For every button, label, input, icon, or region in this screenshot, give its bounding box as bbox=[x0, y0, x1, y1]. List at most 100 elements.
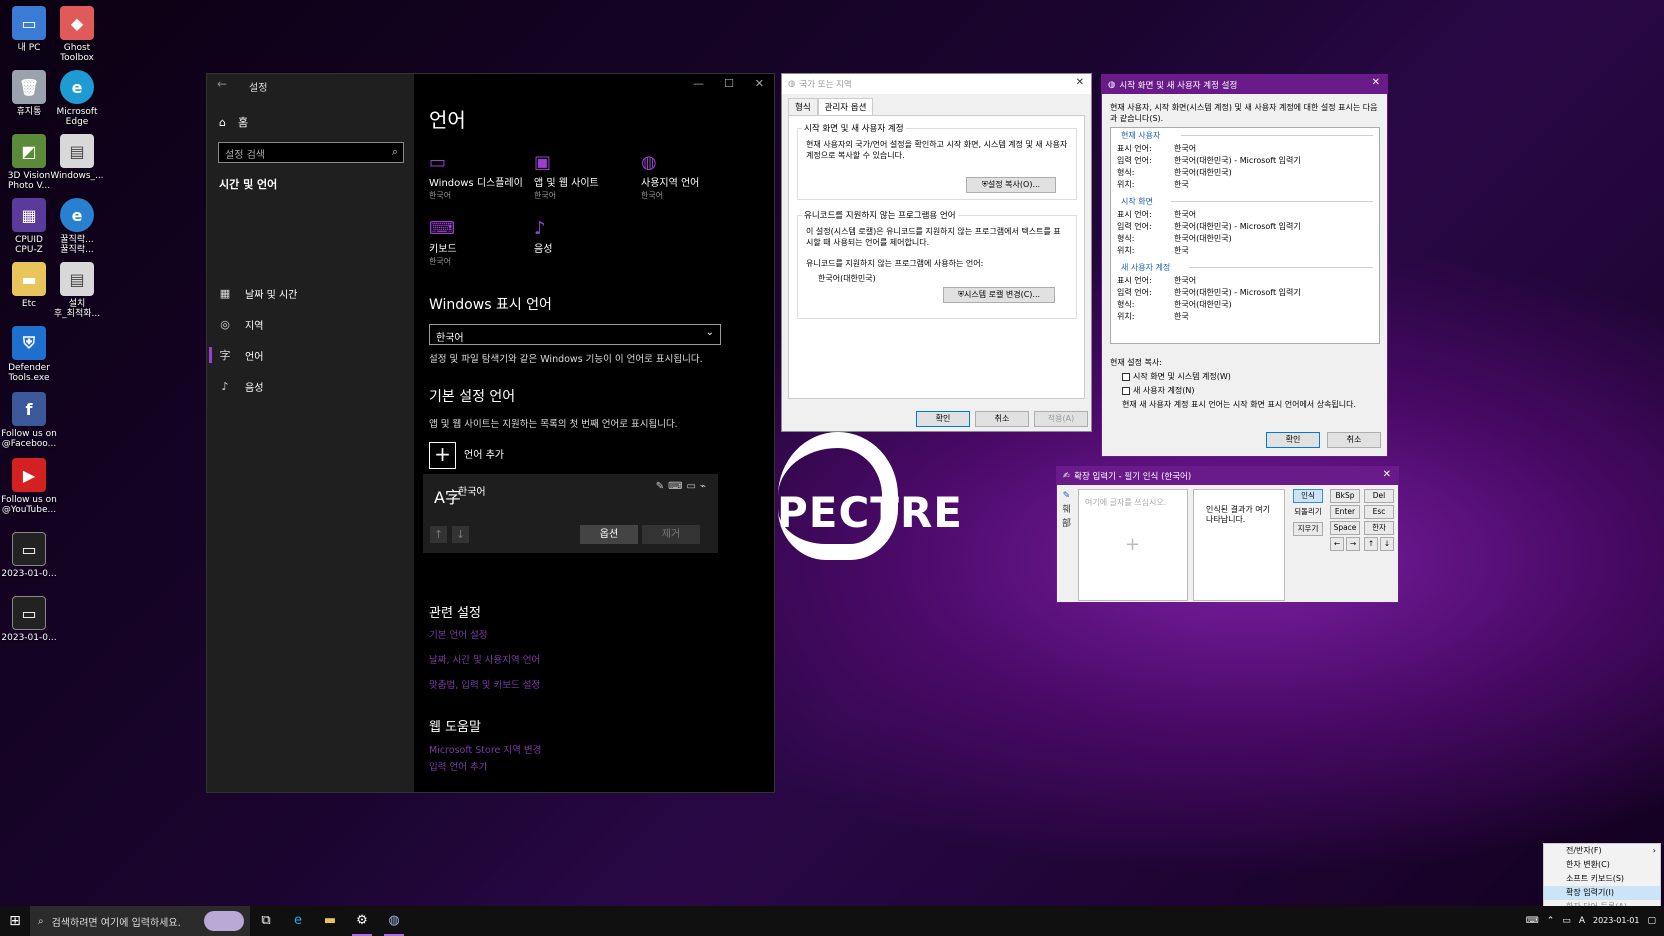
desktop-icon-edge[interactable]: e Microsoft Edge bbox=[48, 70, 106, 127]
maximize-icon[interactable]: ☐ bbox=[724, 77, 734, 90]
settings-search-input[interactable]: 설정 검색 ⌕ bbox=[218, 142, 404, 163]
close-icon[interactable]: ✕ bbox=[1076, 77, 1084, 88]
key-space[interactable]: Space bbox=[1330, 521, 1360, 535]
tile-windows-display[interactable]: ▭ Windows 디스플레이 한국어 bbox=[429, 152, 529, 201]
group-non-unicode: 유니코드를 지원하지 않는 프로그램용 언어 이 설정(시스템 로캘)은 유니코… bbox=[797, 209, 1077, 319]
tile-subtitle: 한국어 bbox=[641, 191, 664, 200]
file-explorer-icon[interactable]: ▬ bbox=[314, 906, 346, 936]
menu-item-extended-ime[interactable]: 확장 입력기(I) bbox=[1544, 886, 1660, 900]
windows-start-icon[interactable]: ⊞ bbox=[0, 913, 30, 929]
clock[interactable]: 2023-01-01 bbox=[1593, 916, 1640, 926]
link-admin-language[interactable]: 기본 언어 설정 bbox=[429, 627, 487, 641]
key-right[interactable]: → bbox=[1346, 537, 1360, 551]
language-item-korean[interactable]: A字 한국어 ✎⌨▭⌁ ↑ ↓ 옵션 제거 bbox=[423, 474, 718, 553]
search-icon[interactable]: ⌕ bbox=[392, 145, 398, 159]
add-language-label[interactable]: 언어 추가 bbox=[464, 446, 504, 461]
checkbox-box[interactable] bbox=[1122, 372, 1130, 381]
notification-icon[interactable]: ▢ bbox=[1647, 916, 1656, 926]
nav-speech[interactable]: ♪ 음성 bbox=[207, 373, 414, 399]
ok-button[interactable]: 확인 bbox=[916, 411, 970, 427]
desktop-icon-ghost-toolbox[interactable]: ◆ Ghost Toolbox bbox=[48, 6, 106, 63]
tile-speech[interactable]: ♪ 음성 bbox=[534, 218, 634, 256]
toolbox-icon: ◆ bbox=[60, 6, 94, 40]
link-add-input-language[interactable]: 입력 언어 추가 bbox=[429, 759, 487, 773]
image-file-icon: ▭ bbox=[12, 596, 46, 630]
desktop-icon-screenshot-2[interactable]: ▭ 2023-01-0... bbox=[0, 596, 58, 643]
nav-home[interactable]: ⌂ 홈 bbox=[219, 114, 248, 130]
apply-button[interactable]: 적용(A) bbox=[1034, 411, 1088, 427]
recognition-result[interactable]: 인식된 결과가 여기 나타납니다. bbox=[1193, 489, 1285, 601]
tile-keyboard[interactable]: ⌨ 키보드 한국어 bbox=[429, 218, 529, 267]
tab-administrative[interactable]: 관리자 옵션 bbox=[817, 98, 874, 116]
copy-settings-button[interactable]: ⛨설정 복사(O)... bbox=[966, 177, 1056, 193]
close-icon[interactable]: ✕ bbox=[755, 77, 764, 90]
checkbox-welcome-system[interactable]: 시작 화면 및 시스템 계정(W) bbox=[1122, 371, 1231, 382]
edge-taskbar-icon[interactable]: e bbox=[282, 906, 314, 936]
display-language-dropdown[interactable]: 한국어 ⌄ bbox=[429, 324, 721, 345]
hangul-icon[interactable]: 훼 bbox=[1059, 503, 1074, 517]
key-hanja[interactable]: 한자 bbox=[1364, 521, 1394, 535]
menu-item-soft-keyboard[interactable]: 소프트 키보드(S) bbox=[1544, 872, 1660, 886]
link-spelling-typing[interactable]: 맞춤법, 입력 및 키보드 설정 bbox=[429, 677, 540, 691]
checkbox-box[interactable] bbox=[1122, 386, 1130, 395]
menu-item-hanja-convert[interactable]: 한자 변환(C) bbox=[1544, 858, 1660, 872]
tab-formats[interactable]: 형식 bbox=[788, 98, 818, 116]
key-up[interactable]: ↑ bbox=[1364, 537, 1378, 551]
key-enter[interactable]: Enter bbox=[1330, 505, 1360, 519]
handwriting-title: 확장 입력기 - 필기 인식 (한국어) bbox=[1074, 472, 1192, 482]
handwriting-pad[interactable]: 여기에 글자를 쓰십시오. + bbox=[1078, 489, 1188, 601]
keyboard-icon[interactable]: ⌨ bbox=[1526, 916, 1539, 926]
desktop-icon-windows-file[interactable]: ▤ Windows_... bbox=[48, 134, 106, 181]
ime-taskbar-icon[interactable]: ◍ bbox=[378, 906, 410, 936]
key-down[interactable]: ↓ bbox=[1380, 537, 1394, 551]
key-escape[interactable]: Esc bbox=[1364, 505, 1394, 519]
ok-button[interactable]: 확인 bbox=[1266, 432, 1320, 448]
nav-date-time[interactable]: ▦ 날짜 및 시간 bbox=[207, 280, 414, 306]
key-delete[interactable]: Del bbox=[1364, 489, 1394, 503]
menu-item-full-half-width[interactable]: 전/반자(F) › bbox=[1544, 844, 1660, 858]
radical-icon[interactable]: 部 bbox=[1059, 517, 1074, 531]
desktop-icon-facebook[interactable]: f Follow us on @Faceboo... bbox=[0, 392, 58, 449]
close-icon[interactable]: ✕ bbox=[1372, 77, 1380, 88]
close-icon[interactable]: ✕ bbox=[1383, 469, 1391, 480]
pen-icon[interactable]: ✎ bbox=[1059, 489, 1074, 503]
cancel-button[interactable]: 취소 bbox=[975, 411, 1029, 427]
kv-row: 형식: 한국어(대한민국) bbox=[1117, 300, 1232, 309]
taskbar-search[interactable]: ⌕ 검색하려면 여기에 입력하세요. bbox=[30, 906, 250, 936]
ime-mode-indicator[interactable]: A bbox=[1579, 916, 1585, 926]
erase-button[interactable]: 지우기 bbox=[1293, 522, 1323, 536]
link-date-time-region[interactable]: 날짜, 시간 및 사용지역 언어 bbox=[429, 652, 540, 666]
link-store-region[interactable]: Microsoft Store 지역 변경 bbox=[429, 742, 541, 756]
move-down-button[interactable]: ↓ bbox=[452, 526, 469, 543]
divider bbox=[1181, 135, 1373, 136]
change-system-locale-button[interactable]: ⛨시스템 로캘 변경(C)... bbox=[943, 287, 1055, 303]
add-language-button[interactable]: + bbox=[429, 442, 456, 469]
desktop-icon-screenshot-1[interactable]: ▭ 2023-01-0... bbox=[0, 532, 58, 579]
key-left[interactable]: ← bbox=[1330, 537, 1344, 551]
tile-apps-websites[interactable]: ▣ 앱 및 웹 사이트 한국어 bbox=[534, 152, 634, 201]
settings-taskbar-icon[interactable]: ⚙ bbox=[346, 906, 378, 936]
back-arrow-icon[interactable]: ← bbox=[217, 77, 227, 91]
desktop-icon-ie-shortcut[interactable]: e 꿀직락... 꿀직락... bbox=[48, 198, 106, 255]
undo-button[interactable]: 되돌리기 bbox=[1291, 506, 1325, 520]
desktop-icon-defender-tools[interactable]: ⛨ Defender Tools.exe bbox=[0, 326, 58, 383]
minimize-icon[interactable]: — bbox=[693, 77, 704, 90]
checkbox-new-user[interactable]: 새 사용자 계정(N) bbox=[1122, 385, 1194, 396]
task-view-icon[interactable]: ⧉ bbox=[250, 906, 282, 936]
move-up-button[interactable]: ↑ bbox=[430, 526, 447, 543]
chevron-up-icon[interactable]: ⌃ bbox=[1547, 916, 1555, 926]
change-locale-label: 시스템 로캘 변경(C)... bbox=[963, 290, 1041, 299]
network-icon[interactable]: ▭ bbox=[1562, 916, 1571, 926]
remove-button[interactable]: 제거 bbox=[642, 525, 700, 544]
cancel-button[interactable]: 취소 bbox=[1327, 432, 1381, 448]
tile-regional-format[interactable]: ◍ 사용지역 언어 한국어 bbox=[641, 152, 741, 201]
options-button[interactable]: 옵션 bbox=[580, 525, 638, 544]
nav-region[interactable]: ◎ 지역 bbox=[207, 311, 414, 337]
nav-language[interactable]: 字 언어 bbox=[207, 342, 414, 368]
key-backspace[interactable]: BkSp bbox=[1330, 489, 1360, 503]
region-tabs: 형식 관리자 옵션 bbox=[788, 98, 874, 116]
desktop-icon-optimize[interactable]: ▤ 설치 후_최적화... bbox=[48, 262, 106, 319]
recognize-button[interactable]: 인식 bbox=[1293, 489, 1323, 503]
plus-icon: + bbox=[434, 442, 451, 466]
desktop-icon-youtube[interactable]: ▶ Follow us on @YouTube... bbox=[0, 458, 58, 515]
